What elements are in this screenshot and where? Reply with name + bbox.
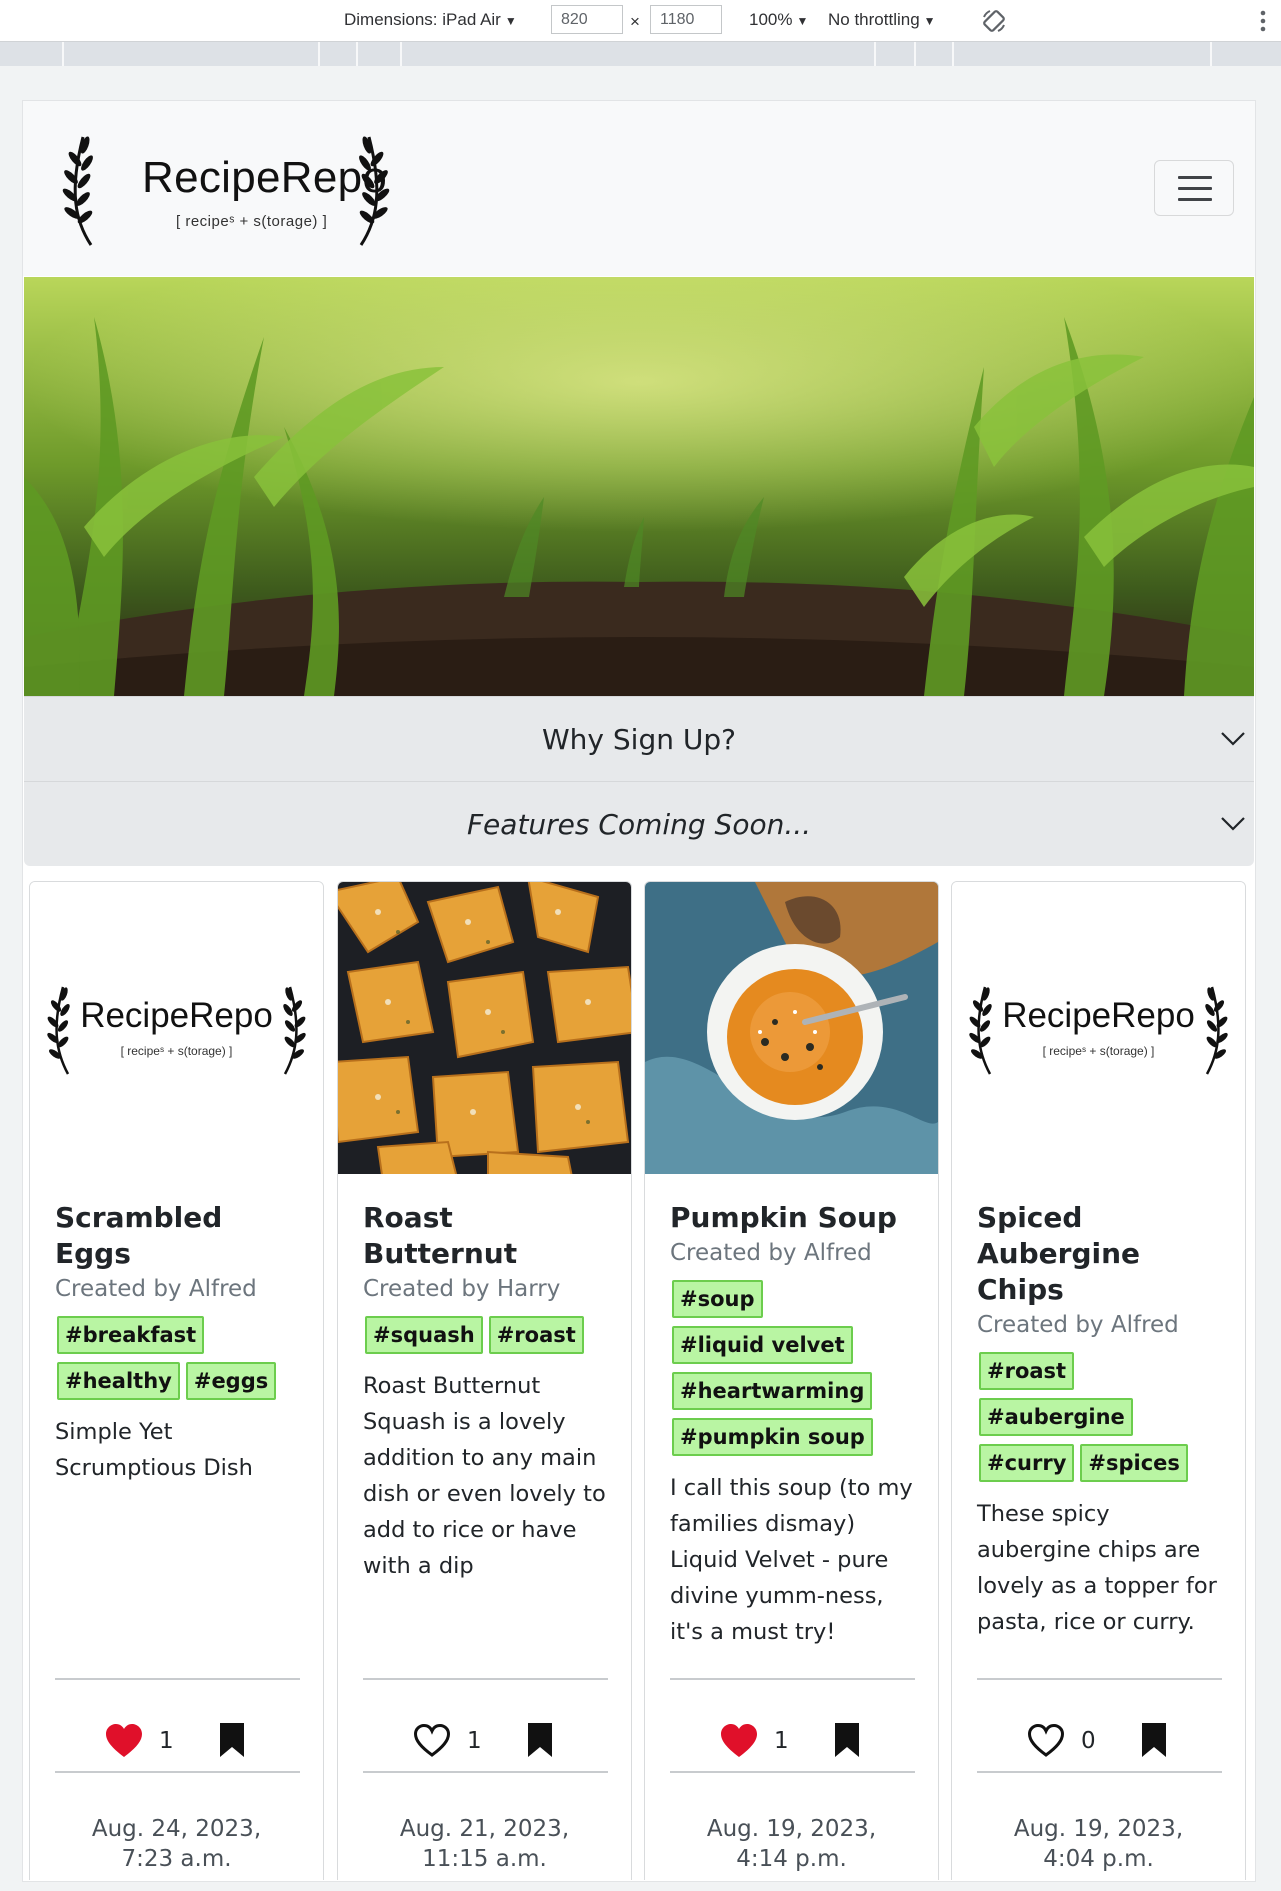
throttling-label: No throttling [828, 10, 920, 29]
bookmark-icon[interactable] [833, 1721, 861, 1759]
heart-outline-icon[interactable] [1026, 1723, 1066, 1759]
tag-badge[interactable]: #spices [1080, 1444, 1188, 1482]
like-count: 1 [774, 1728, 789, 1754]
recipe-author: Created by Harry [363, 1276, 561, 1302]
created-date: Aug. 24, 2023, 7:23 a.m. [91, 1816, 262, 1872]
divider [977, 1678, 1222, 1680]
more-vert-icon[interactable] [1259, 10, 1267, 32]
divider [670, 1678, 915, 1680]
media-query-ruler [0, 42, 1281, 66]
like-count: 1 [159, 1728, 174, 1754]
logo-brand-tagline: [ recipeˢ + s(torage) ] [1042, 1044, 1155, 1058]
tag-badge[interactable]: #squash [365, 1316, 483, 1354]
tag-badge[interactable]: #roast [488, 1316, 584, 1354]
recipe-description: I call this soup (to my families dismay)… [670, 1475, 913, 1645]
tag-list: #roast #aubergine #curry #spices [979, 1352, 1225, 1482]
divider [977, 1771, 1222, 1773]
devtools-toolbar: Dimensions: iPad Air ▼ 820 × 1180 100% ▼ N… [0, 0, 1281, 42]
throttling-dropdown[interactable]: No throttling ▼ [828, 10, 936, 30]
tag-badge[interactable]: #healthy [57, 1362, 180, 1400]
tag-list: #soup #liquid velvet #heartwarming #pumpkin… [672, 1280, 918, 1456]
card-body: Scrambled Eggs Created by Alfred #breakfas… [55, 1200, 303, 1486]
recipe-title[interactable]: Spiced Aubergine Chips [977, 1200, 1225, 1308]
bookmark-icon[interactable] [526, 1721, 554, 1759]
heart-outline-icon[interactable] [412, 1723, 452, 1759]
width-input[interactable]: 820 [551, 5, 623, 34]
recipe-description: Simple Yet Scrumptious Dish [55, 1419, 253, 1481]
recipe-author: Created by Alfred [670, 1240, 872, 1266]
card-body: Pumpkin Soup Created by Alfred #soup #liqui… [670, 1200, 918, 1650]
tag-badge[interactable]: #aubergine [979, 1398, 1133, 1436]
tag-badge[interactable]: #pumpkin soup [672, 1418, 873, 1456]
divider [55, 1678, 300, 1680]
recipe-card[interactable]: Pumpkin Soup Created by Alfred #soup #liqui… [644, 881, 939, 1880]
created-date: Aug. 19, 2023, 4:04 p.m. [1013, 1816, 1184, 1872]
like-count: 1 [467, 1728, 482, 1754]
tag-list: #breakfast #healthy #eggs [57, 1316, 303, 1400]
recipe-card[interactable]: RecipeRepo [ recipeˢ + s(torage) ] Spiced … [951, 881, 1246, 1880]
divider [363, 1678, 608, 1680]
tag-badge[interactable]: #eggs [185, 1362, 277, 1400]
recipe-description: Roast Butternut Squash is a lovely addit… [363, 1373, 606, 1579]
tag-badge[interactable]: #heartwarming [672, 1372, 873, 1410]
recipe-title[interactable]: Pumpkin Soup [670, 1200, 918, 1236]
times-label: × [630, 12, 640, 31]
card-image-logo: RecipeRepo [ recipeˢ + s(torage) ] [30, 882, 323, 1174]
tag-badge[interactable]: #breakfast [57, 1316, 205, 1354]
logo-brand-name: RecipeRepo [80, 996, 273, 1035]
pumpkin-soup-photo [645, 882, 938, 1174]
heart-filled-icon[interactable] [104, 1723, 144, 1759]
logo-brand-tagline: [ recipeˢ + s(torage) ] [120, 1044, 233, 1058]
card-body: Roast Butternut Created by Harry #squash #r… [363, 1200, 611, 1584]
card-image-logo: RecipeRepo [ recipeˢ + s(torage) ] [952, 882, 1245, 1174]
caret-down-icon: ▼ [923, 14, 936, 28]
bookmark-icon[interactable] [218, 1721, 246, 1759]
recipe-description: These spicy aubergine chips are lovely a… [977, 1501, 1217, 1635]
roast-butternut-photo [338, 882, 631, 1174]
rotate-icon[interactable] [981, 8, 1007, 34]
height-input[interactable]: 1180 [650, 5, 722, 34]
divider [363, 1771, 608, 1773]
created-date: Aug. 21, 2023, 11:15 a.m. [399, 1816, 570, 1872]
dimensions-dropdown[interactable]: Dimensions: iPad Air ▼ [344, 10, 517, 30]
tag-badge[interactable]: #curry [979, 1444, 1075, 1482]
recipe-author: Created by Alfred [977, 1312, 1179, 1338]
recipe-card[interactable]: RecipeRepo [ recipeˢ + s(torage) ] Scrambl… [29, 881, 324, 1880]
caret-down-icon: ▼ [504, 14, 517, 28]
bookmark-icon[interactable] [1140, 1721, 1168, 1759]
card-body: Spiced Aubergine Chips Created by Alfred #… [977, 1200, 1225, 1640]
like-count: 0 [1081, 1728, 1096, 1754]
divider [670, 1771, 915, 1773]
tag-badge[interactable]: #liquid velvet [672, 1326, 853, 1364]
tag-list: #squash #roast [365, 1316, 611, 1354]
tag-badge[interactable]: #soup [672, 1280, 763, 1318]
dimensions-label: Dimensions: iPad Air [344, 10, 501, 29]
recipe-title[interactable]: Scrambled Eggs [55, 1200, 303, 1272]
heart-filled-icon[interactable] [719, 1723, 759, 1759]
recipe-card[interactable]: Roast Butternut Created by Harry #squash #r… [337, 881, 632, 1880]
recipe-author: Created by Alfred [55, 1276, 257, 1302]
recipe-title[interactable]: Roast Butternut [363, 1200, 611, 1272]
caret-down-icon: ▼ [796, 14, 809, 28]
created-date: Aug. 19, 2023, 4:14 p.m. [706, 1816, 877, 1872]
logo-brand-name: RecipeRepo [1002, 996, 1195, 1035]
tag-badge[interactable]: #roast [979, 1352, 1075, 1390]
divider [55, 1771, 300, 1773]
zoom-label: 100% [749, 10, 793, 29]
zoom-dropdown[interactable]: 100% ▼ [749, 10, 808, 30]
